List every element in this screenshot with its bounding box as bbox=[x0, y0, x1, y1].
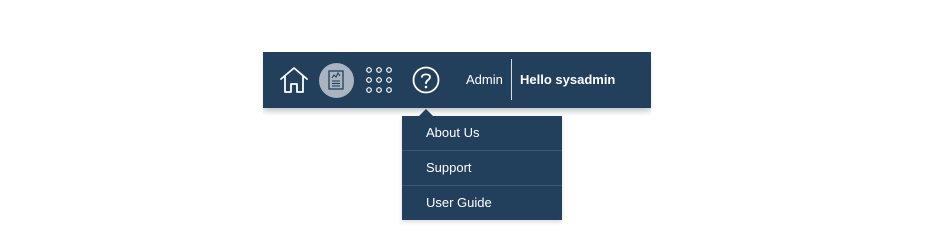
menu-item-support[interactable]: Support bbox=[402, 151, 562, 186]
apps-button[interactable] bbox=[363, 52, 395, 108]
home-button[interactable] bbox=[277, 52, 311, 108]
dashboard-icon bbox=[328, 70, 344, 90]
home-icon bbox=[280, 67, 308, 93]
top-navigation-bar: Admin Hello sysadmin bbox=[263, 52, 651, 108]
help-button[interactable] bbox=[411, 52, 441, 108]
menu-item-about-us[interactable]: About Us bbox=[402, 116, 562, 151]
admin-link[interactable]: Admin bbox=[466, 52, 503, 108]
menu-item-user-guide[interactable]: User Guide bbox=[402, 186, 562, 220]
page: Admin Hello sysadmin About Us Support Us… bbox=[0, 0, 948, 250]
user-greeting: Hello sysadmin bbox=[520, 72, 616, 87]
dashboard-button[interactable] bbox=[318, 52, 354, 108]
apps-grid-icon bbox=[366, 67, 392, 93]
help-icon bbox=[412, 66, 440, 94]
topbar-shadow bbox=[263, 108, 651, 116]
help-dropdown-menu: About Us Support User Guide bbox=[402, 116, 562, 220]
divider bbox=[511, 59, 512, 100]
dashboard-icon-background bbox=[318, 62, 354, 98]
